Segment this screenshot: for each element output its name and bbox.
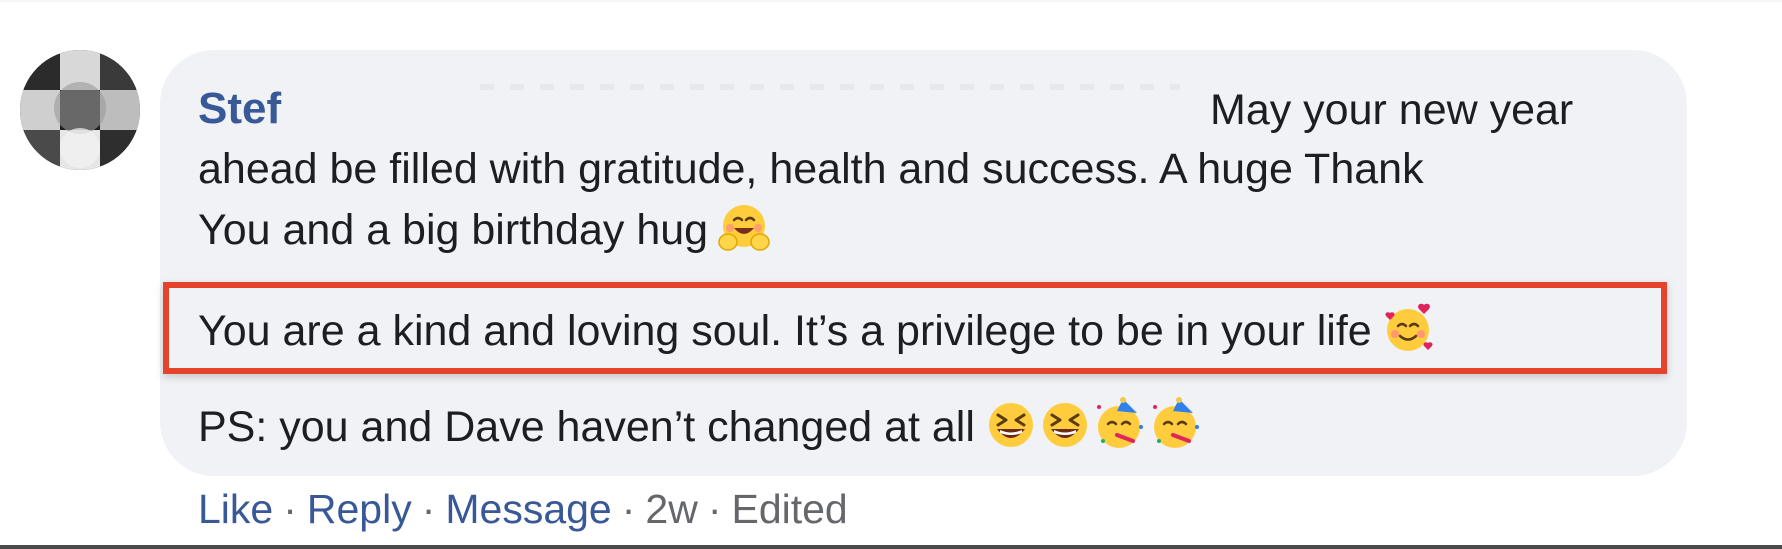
action-separator: · (621, 486, 636, 532)
comment-line-3-text: You and a big birthday hug (198, 206, 709, 254)
avatar[interactable] (20, 50, 140, 170)
like-link[interactable]: Like (198, 486, 273, 532)
avatar-photo (20, 50, 140, 170)
bottom-divider (0, 545, 1782, 549)
reply-link[interactable]: Reply (307, 486, 412, 532)
comment-author-name[interactable]: Stef (198, 83, 281, 135)
partying-face-icon (1093, 397, 1147, 463)
highlight-annotation-box (163, 282, 1667, 374)
comment-actions: Like · Reply · Message · 2w · Edited (198, 484, 848, 534)
message-link[interactable]: Message (445, 486, 611, 532)
comment-timestamp[interactable]: 2w (645, 486, 697, 532)
top-divider (0, 0, 1782, 2)
action-separator: · (707, 486, 722, 532)
grinning-squinting-face-icon (1039, 399, 1091, 463)
comment-line-1: May your new year (1210, 86, 1574, 134)
action-separator: · (421, 486, 436, 532)
action-separator: · (283, 486, 297, 532)
edited-label[interactable]: Edited (731, 486, 847, 532)
comment-line-2: ahead be filled with gratitude, health a… (198, 145, 1424, 193)
comment-line-5: PS: you and Dave haven’t changed at all (198, 397, 1203, 463)
redacted-text (480, 84, 1180, 90)
hugging-face-icon (718, 202, 770, 266)
partying-face-icon (1149, 397, 1203, 463)
comment-line-3: You and a big birthday hug (198, 202, 770, 266)
comment-line-5-text: PS: you and Dave haven’t changed at all (198, 403, 975, 451)
grinning-squinting-face-icon (985, 399, 1037, 463)
